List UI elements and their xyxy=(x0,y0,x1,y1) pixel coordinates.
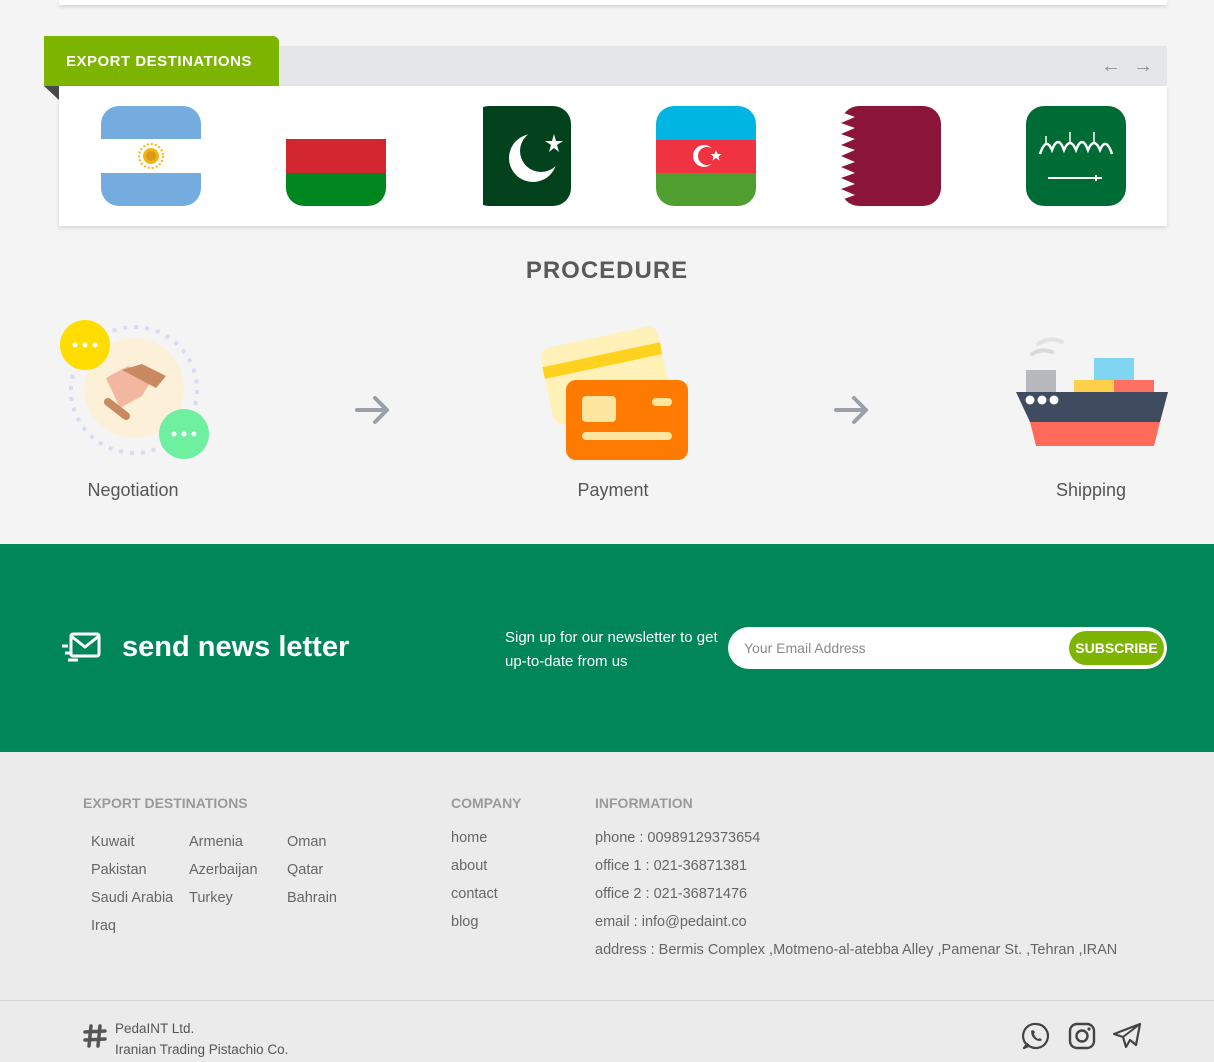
belarus-flag-icon[interactable] xyxy=(286,106,386,206)
qatar-flag-icon[interactable] xyxy=(841,106,941,206)
footer-country-link[interactable]: Iraq xyxy=(91,918,116,934)
whatsapp-icon[interactable] xyxy=(1021,1021,1051,1051)
subscribe-button[interactable]: SUBSCRIBE xyxy=(1069,631,1164,665)
carousel-prev-button[interactable]: ← xyxy=(1099,54,1123,78)
argentina-flag-icon[interactable] xyxy=(101,106,201,206)
company-info: PedaINT Ltd. Iranian Trading Pistachio C… xyxy=(115,1018,288,1060)
company-logo-icon xyxy=(83,1024,107,1048)
mail-send-icon xyxy=(62,632,102,664)
step-shipping-label: Shipping xyxy=(1055,480,1127,500)
footer-link-contact[interactable]: contact xyxy=(451,886,498,902)
azerbaijan-flag-icon[interactable] xyxy=(656,106,756,206)
newsletter-description: Sign up for our newsletter to get up-to-… xyxy=(505,629,718,670)
footer-country-link[interactable]: Pakistan xyxy=(91,862,147,878)
footer xyxy=(0,752,1214,1000)
footer-country-link[interactable]: Kuwait xyxy=(91,834,135,850)
footer-information-heading: INFORMATION xyxy=(595,795,693,811)
arrow-right-icon xyxy=(353,390,393,430)
carousel-next-button[interactable]: → xyxy=(1131,54,1155,78)
footer-office-1: office 1 : 021-36871381 xyxy=(595,858,748,874)
footer-link-about[interactable]: about xyxy=(451,858,487,874)
footer-email: email : info@pedaint.co xyxy=(595,914,747,930)
footer-country-link[interactable]: Oman xyxy=(287,834,327,850)
previous-section-card-edge xyxy=(59,0,1167,5)
footer-link-home[interactable]: home xyxy=(451,830,487,846)
arrow-right-icon xyxy=(832,390,872,430)
footer-country-link[interactable]: Qatar xyxy=(287,862,323,878)
footer-country-link[interactable]: Azerbaijan xyxy=(189,862,258,878)
newsletter-title: send news letter xyxy=(122,631,350,663)
export-destinations-tab: EXPORT DESTINATIONS xyxy=(44,36,279,86)
footer-company-heading: COMPANY xyxy=(451,795,522,811)
export-carousel-body xyxy=(59,86,1167,226)
newsletter-form: SUBSCRIBE xyxy=(728,627,1167,669)
footer-address: address : Bermis Complex ,Motmeno-al-ate… xyxy=(595,942,1118,958)
company-tagline: Iranian Trading Pistachio Co. xyxy=(115,1042,289,1057)
footer-country-link[interactable]: Bahrain xyxy=(287,890,337,906)
procedure-title: PROCEDURE xyxy=(525,257,689,284)
telegram-icon[interactable] xyxy=(1112,1021,1142,1051)
footer-link-blog[interactable]: blog xyxy=(451,914,478,930)
footer-phone: phone : 00989129373654 xyxy=(595,830,761,846)
instagram-icon[interactable] xyxy=(1067,1021,1097,1051)
saudi-arabia-flag-icon[interactable] xyxy=(1026,106,1126,206)
step-negotiation-label: Negotiation xyxy=(87,480,179,500)
cargo-ship-icon xyxy=(1016,330,1168,450)
footer-country-link[interactable]: Saudi Arabia xyxy=(91,890,173,906)
footer-country-link[interactable]: Armenia xyxy=(189,834,243,850)
tab-fold-decoration xyxy=(44,86,59,100)
footer-export-heading: EXPORT DESTINATIONS xyxy=(83,795,248,811)
handshake-icon xyxy=(58,318,210,462)
payment-card-icon xyxy=(536,318,690,462)
company-name: PedaINT Ltd. xyxy=(115,1021,195,1036)
step-payment-label: Payment xyxy=(577,480,649,500)
pakistan-flag-icon[interactable] xyxy=(471,106,571,206)
footer-office-2: office 2 : 021-36871476 xyxy=(595,886,748,902)
footer-country-link[interactable]: Turkey xyxy=(189,890,233,906)
email-input[interactable] xyxy=(744,635,1054,661)
